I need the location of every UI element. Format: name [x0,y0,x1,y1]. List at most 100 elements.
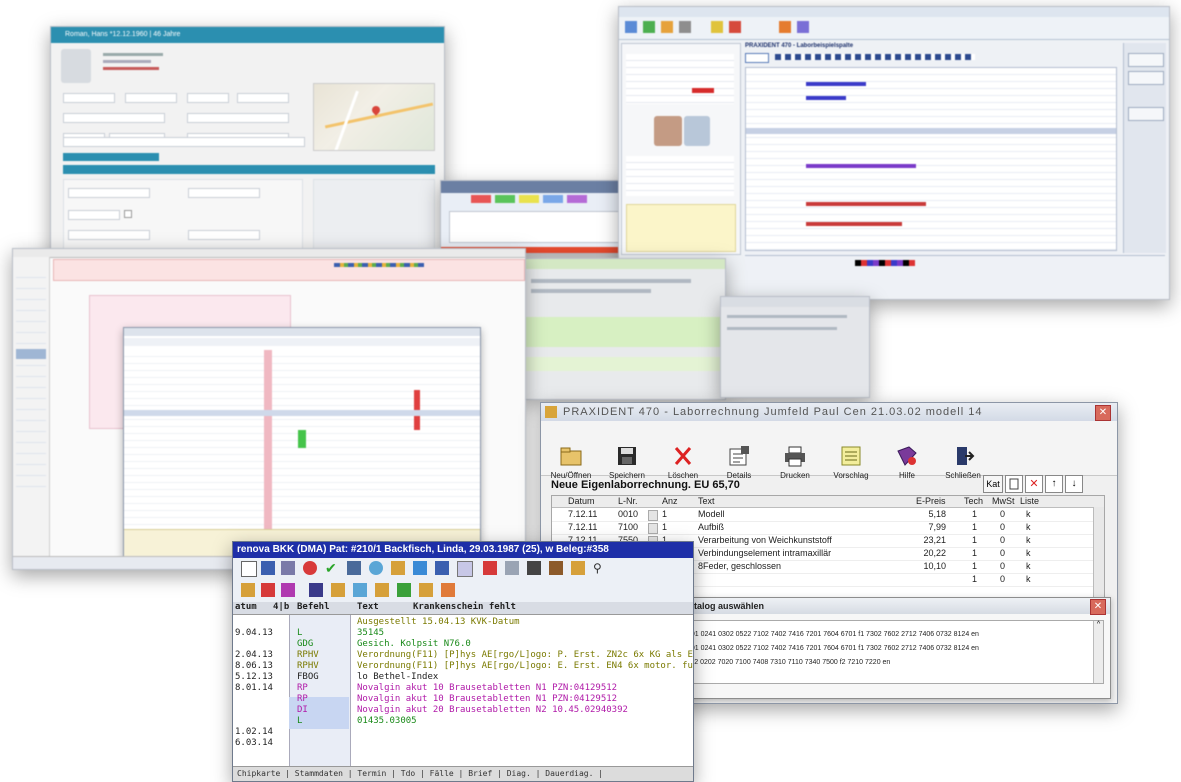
toolbar-icon[interactable] [661,21,673,33]
cell-datum[interactable]: 7.12.11 [568,522,597,532]
cell-preis[interactable]: 23,21 [910,535,946,545]
toolbar-icon[interactable] [303,561,317,575]
list-item[interactable]: RP Novalgin akut 10 Brausetabletten N1 PZ… [233,694,693,704]
map-view[interactable] [313,83,435,151]
move-up-icon[interactable]: ↑ [1045,475,1063,493]
toolbar-icon[interactable] [711,21,723,33]
catalog-row[interactable]: 001 0241 0302 0522 7102 7402 7416 7201 7… [687,645,979,652]
side-button[interactable] [1128,53,1164,67]
cell-mwst[interactable]: 0 [1000,548,1005,558]
toolbar-icon[interactable] [625,21,637,33]
move-down-icon[interactable]: ↓ [1065,475,1083,493]
cell-text[interactable]: Modell [698,509,725,519]
binoculars-icon[interactable]: ⚲ [593,561,607,575]
record-list[interactable]: Ausgestellt 15.04.13 KVK-Datum 9.04.13 L 35… [233,615,693,767]
check-icon[interactable]: ✔ [325,561,339,575]
toolbar-icon[interactable] [643,21,655,33]
cell-datum[interactable]: 7.12.11 [568,509,597,519]
list-item[interactable]: 1.02.14 [233,727,693,737]
toolbar-icon[interactable] [483,561,497,575]
list-item[interactable]: GDG Gesich. Kolpsit N76.0 [233,639,693,649]
catalog-row[interactable]: 112 0202 7020 7100 7408 7310 7110 7340 7… [687,659,890,666]
toolbar-icon[interactable] [309,583,323,597]
cell-mwst[interactable]: 0 [1000,522,1005,532]
service-table[interactable] [124,350,480,530]
list-item[interactable]: 8.06.13 RPHV Verordnung(F11) [P]hys AE[rgo… [233,661,693,671]
cell-text[interactable]: Verarbeitung von Weichkunststoff [698,535,832,545]
toolbar-icon[interactable] [571,561,585,575]
cell-liste[interactable]: k [1026,561,1031,571]
cell-preis[interactable]: 5,18 [910,509,946,519]
toolbar-icon[interactable] [435,561,449,575]
cell-liste[interactable]: k [1026,574,1031,584]
cell-liste[interactable]: k [1026,509,1031,519]
toolbar-icon[interactable] [457,561,473,577]
cell-mwst[interactable]: 0 [1000,509,1005,519]
toolbar-icon[interactable] [779,21,791,33]
list-item[interactable]: 9.04.13 L 35145 [233,628,693,638]
scrollbar[interactable] [1093,507,1104,606]
catalog-list[interactable]: 001 0241 0302 0522 7102 7402 7416 7201 7… [684,620,1104,684]
field[interactable] [63,137,305,147]
field[interactable] [187,113,289,123]
cell-preis[interactable]: 10,10 [910,561,946,571]
field[interactable] [237,93,289,103]
catalog-button[interactable]: Kat [983,475,1003,493]
cell-lnr[interactable]: 7100 [618,522,638,532]
field[interactable] [68,188,150,198]
list-item[interactable]: 2.04.13 RPHV Verordnung(F11) [P]hys AE[rgo… [233,650,693,660]
field[interactable] [68,230,150,240]
list-item[interactable]: 8.01.14 RP Novalgin akut 10 Brausetablette… [233,683,693,693]
suggestion-button[interactable]: Vorschlag [829,445,873,491]
tab-blue[interactable] [543,195,563,203]
checkbox[interactable] [124,210,132,218]
field[interactable] [125,93,177,103]
cell-anz[interactable]: 1 [662,509,667,519]
cell-tech[interactable]: 1 [972,561,977,571]
sidebar-item-active[interactable] [16,349,46,359]
cell-lnr[interactable]: 0010 [618,509,638,519]
new-row-button[interactable] [1005,475,1023,493]
toolbar-icon[interactable] [419,583,433,597]
cell-liste[interactable]: k [1026,535,1031,545]
tab-purple[interactable] [567,195,587,203]
toolbar-icon[interactable] [441,583,455,597]
toolbar-icon[interactable] [549,561,563,575]
cell-mwst[interactable]: 0 [1000,535,1005,545]
tab-green[interactable] [495,195,515,203]
toolbar-icon[interactable] [241,583,255,597]
cell-liste[interactable]: k [1026,522,1031,532]
list-item[interactable]: 5.12.13 FBOG lo Bethel-Index [233,672,693,682]
toolbar-icon[interactable] [797,21,809,33]
stepper-icon[interactable] [648,523,658,534]
cell-text[interactable]: Verbindungselement intramaxillär [698,548,831,558]
side-button[interactable] [1128,107,1164,121]
notes-box[interactable] [626,204,736,252]
field[interactable] [188,230,260,240]
delete-row-icon[interactable]: ✕ [1025,475,1043,493]
toolbar-icon[interactable] [347,561,361,575]
toolbar-icon[interactable] [261,583,275,597]
toolbar-icon[interactable] [281,561,295,575]
catalog-row[interactable]: 001 0241 0302 0522 7102 7402 7416 7201 7… [687,631,979,638]
cell-preis[interactable]: 20,22 [910,548,946,558]
print-button[interactable]: Drucken [773,445,817,491]
close-icon[interactable]: ✕ [1095,405,1111,421]
toolbar-icon[interactable] [353,583,367,597]
list-item[interactable]: DI Novalgin akut 20 Brausetabletten N2 10… [233,705,693,715]
cell-tech[interactable]: 1 [972,509,977,519]
field[interactable] [187,93,229,103]
toolbar-icon[interactable] [241,561,257,577]
scroll-up-icon[interactable]: ^ [1093,621,1103,683]
field[interactable] [68,210,120,220]
toolbar-icon[interactable] [331,583,345,597]
cell-text[interactable]: 8Feder, geschlossen [698,561,781,571]
list-item[interactable]: 6.03.14 [233,738,693,748]
help-button[interactable]: Hilfe [885,445,929,491]
table-row[interactable]: 7.12.11 7100 1 Aufbiß 7,99 1 0 k [552,521,1094,535]
toolbar-icon[interactable] [679,21,691,33]
toolbar-icon[interactable] [505,561,519,575]
cell-text[interactable]: Aufbiß [698,522,724,532]
cell-mwst[interactable]: 0 [1000,561,1005,571]
color-palette[interactable] [855,260,915,266]
